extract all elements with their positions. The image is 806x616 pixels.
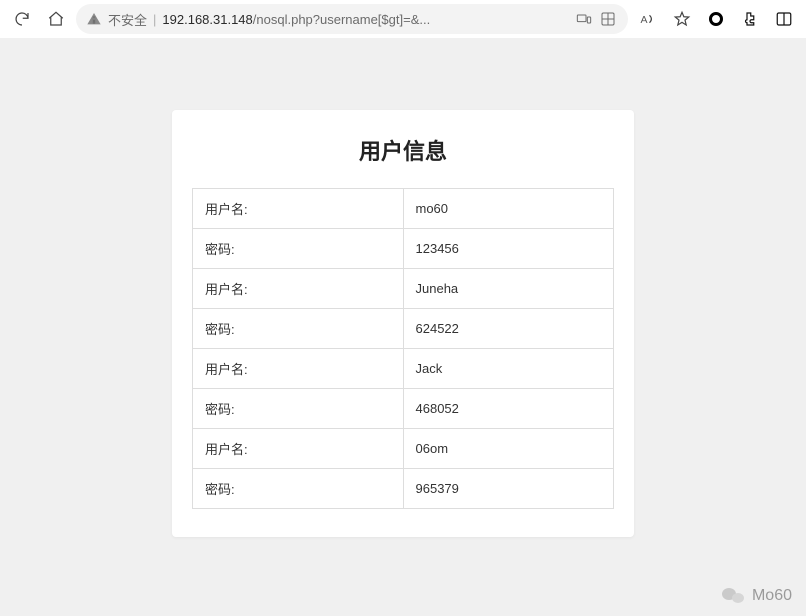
svg-text:A: A [641, 14, 648, 26]
extensions-icon[interactable] [736, 5, 764, 33]
home-button[interactable] [42, 5, 70, 33]
watermark-text: Mo60 [752, 587, 792, 605]
table-row: 用户名:Juneha [193, 269, 614, 309]
cell-label: 用户名: [193, 189, 404, 229]
device-icon[interactable] [574, 9, 594, 29]
grid-icon[interactable] [598, 9, 618, 29]
favorite-icon[interactable] [668, 5, 696, 33]
user-info-table: 用户名:mo60密码:123456用户名:Juneha密码:624522用户名:… [192, 188, 614, 509]
cell-value: Juneha [403, 269, 614, 309]
user-info-card: 用户信息 用户名:mo60密码:123456用户名:Juneha密码:62452… [172, 110, 634, 537]
divider: | [153, 12, 156, 27]
cell-label: 密码: [193, 229, 404, 269]
warning-icon [86, 11, 102, 27]
table-row: 密码:965379 [193, 469, 614, 509]
security-label: 不安全 [108, 10, 147, 29]
url-text: 192.168.31.148/nosql.php?username[$gt]=&… [162, 12, 568, 27]
table-row: 密码:123456 [193, 229, 614, 269]
browser-toolbar: 不安全 | 192.168.31.148/nosql.php?username[… [0, 0, 806, 38]
read-aloud-icon[interactable]: A [634, 5, 662, 33]
cell-value: 468052 [403, 389, 614, 429]
cell-value: Jack [403, 349, 614, 389]
cell-label: 密码: [193, 309, 404, 349]
split-screen-icon[interactable] [770, 5, 798, 33]
cell-label: 密码: [193, 389, 404, 429]
table-row: 用户名:06om [193, 429, 614, 469]
cell-value: 624522 [403, 309, 614, 349]
cell-value: 123456 [403, 229, 614, 269]
cell-label: 用户名: [193, 349, 404, 389]
watermark: Mo60 [722, 586, 792, 606]
cell-value: 965379 [403, 469, 614, 509]
cell-label: 用户名: [193, 429, 404, 469]
address-bar[interactable]: 不安全 | 192.168.31.148/nosql.php?username[… [76, 4, 628, 34]
record-icon[interactable] [702, 5, 730, 33]
table-row: 密码:624522 [193, 309, 614, 349]
wechat-icon [722, 586, 746, 606]
refresh-button[interactable] [8, 5, 36, 33]
cell-label: 密码: [193, 469, 404, 509]
cell-value: 06om [403, 429, 614, 469]
table-row: 密码:468052 [193, 389, 614, 429]
page-viewport: 用户信息 用户名:mo60密码:123456用户名:Juneha密码:62452… [0, 38, 806, 616]
table-row: 用户名:mo60 [193, 189, 614, 229]
cell-value: mo60 [403, 189, 614, 229]
table-row: 用户名:Jack [193, 349, 614, 389]
cell-label: 用户名: [193, 269, 404, 309]
page-title: 用户信息 [192, 134, 614, 166]
